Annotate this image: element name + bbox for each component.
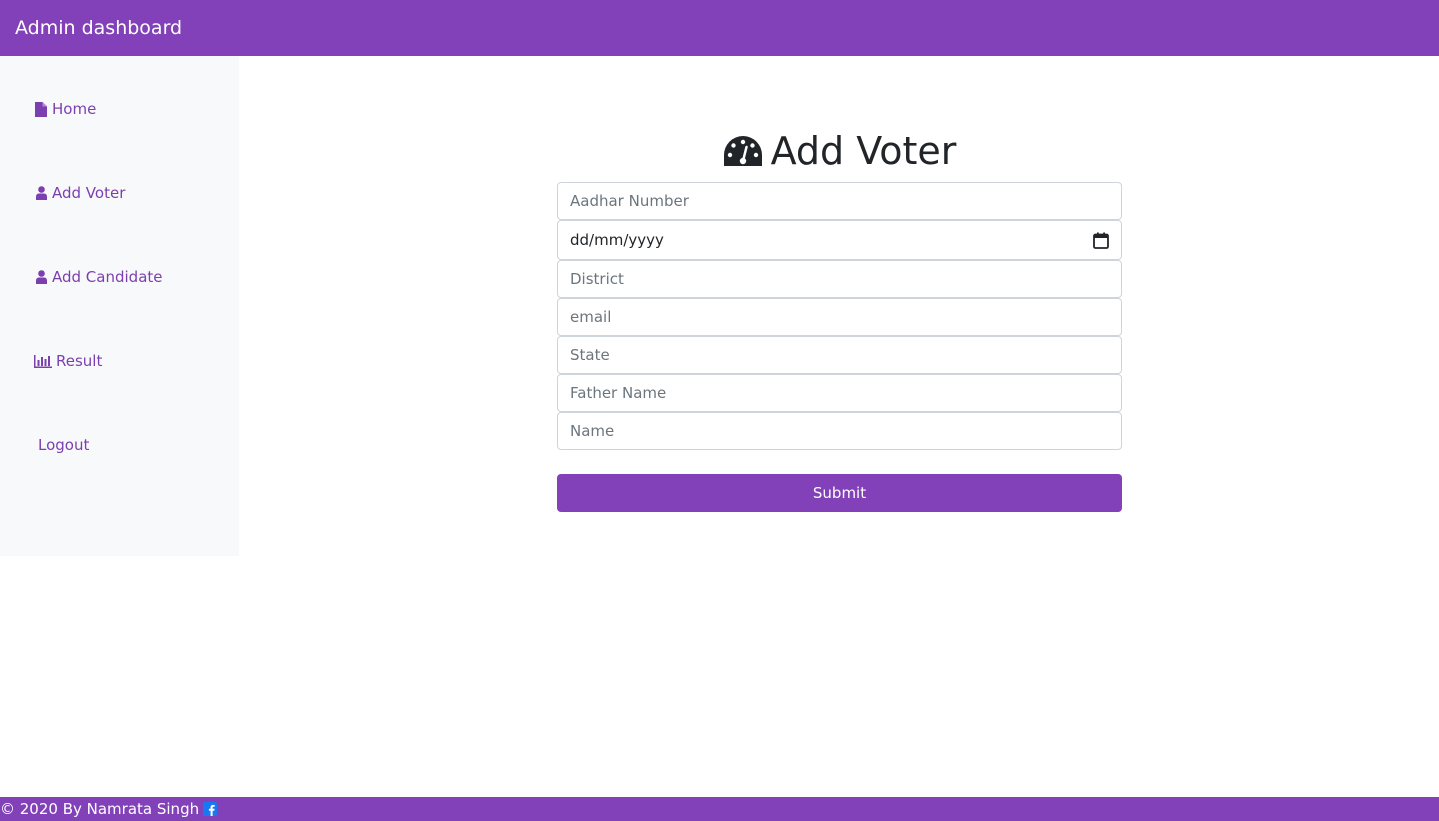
calendar-icon[interactable] xyxy=(1093,232,1109,249)
placeholder-text: Father Name xyxy=(570,384,667,402)
submit-button[interactable]: Submit xyxy=(557,474,1122,512)
sidebar-item-home[interactable]: Home xyxy=(34,100,96,118)
file-icon xyxy=(34,101,48,117)
app-title[interactable]: Admin dashboard xyxy=(15,17,182,39)
sidebar-item-add-voter[interactable]: Add Voter xyxy=(34,184,125,202)
page-title: Add Voter xyxy=(557,128,1122,174)
sidebar-item-label: Logout xyxy=(38,436,90,454)
submit-label: Submit xyxy=(812,484,867,502)
placeholder-text: State xyxy=(570,346,610,364)
state-input[interactable]: State xyxy=(557,336,1122,374)
placeholder-text: Aadhar Number xyxy=(570,192,689,210)
user-icon xyxy=(34,185,48,201)
footer: © 2020 By Namrata Singh xyxy=(0,797,1439,821)
date-of-birth-input[interactable]: dd/mm/yyyy xyxy=(557,220,1122,260)
sidebar: Home Add Voter Add Candidate Result Logo… xyxy=(0,56,239,556)
page-title-text: Add Voter xyxy=(770,129,957,173)
sidebar-item-add-candidate[interactable]: Add Candidate xyxy=(34,268,163,286)
district-input[interactable]: District xyxy=(557,260,1122,298)
father-name-input[interactable]: Father Name xyxy=(557,374,1122,412)
placeholder-text: email xyxy=(570,308,612,326)
aadhar-number-input[interactable]: Aadhar Number xyxy=(557,182,1122,220)
sidebar-item-label: Home xyxy=(52,100,97,118)
user-icon xyxy=(34,269,48,285)
footer-text: © 2020 By Namrata Singh xyxy=(0,800,200,818)
sidebar-item-label: Add Candidate xyxy=(52,268,163,286)
date-value: dd/mm/yyyy xyxy=(570,231,664,249)
sidebar-item-logout[interactable]: Logout xyxy=(38,436,89,454)
name-input[interactable]: Name xyxy=(557,412,1122,450)
placeholder-text: Name xyxy=(570,422,615,440)
top-navbar: Admin dashboard xyxy=(0,0,1439,56)
sidebar-item-result[interactable]: Result xyxy=(34,352,102,370)
sidebar-item-label: Result xyxy=(56,352,103,370)
bar-chart-icon xyxy=(34,353,52,369)
tachometer-icon xyxy=(723,135,763,167)
facebook-icon[interactable] xyxy=(203,802,218,816)
placeholder-text: District xyxy=(570,270,624,288)
email-field[interactable]: email xyxy=(557,298,1122,336)
sidebar-item-label: Add Voter xyxy=(52,184,126,202)
